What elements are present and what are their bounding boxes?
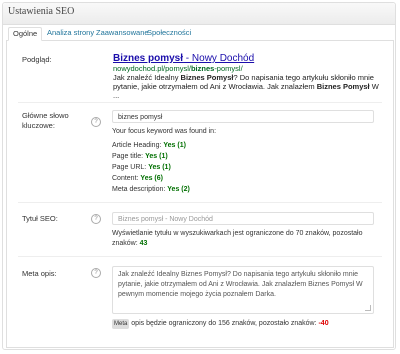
snippet-title-keyword: Biznes pomysł (113, 53, 184, 64)
focus-keyword-label-line1: Główne słowo (22, 111, 69, 120)
focus-keyword-input[interactable]: biznes pomysł (112, 110, 374, 123)
snippet-desc-keyword: Biznes Pomysł (180, 73, 234, 82)
snippet-title-link[interactable]: Biznes pomysł - Nowy Dochód (113, 53, 254, 64)
result-label: Page title: (112, 153, 144, 160)
tab-social[interactable]: Społeczności (143, 27, 195, 39)
seo-title-help-icon[interactable]: ? (91, 214, 101, 224)
meta-remaining-count: -40 (318, 320, 329, 327)
result-content: Content: Yes (6) (112, 174, 163, 184)
meta-description-note: Meta opis będzie ograniczony do 156 znak… (112, 319, 329, 329)
seo-title-note-text: znaków: (112, 240, 140, 247)
box-title: Ustawienia SEO (8, 6, 75, 17)
seo-title-remaining-count: 43 (139, 240, 148, 247)
row-divider (18, 102, 382, 103)
tab-general[interactable]: Ogólne (8, 27, 43, 41)
result-page-title: Page title: Yes (1) (112, 152, 168, 162)
result-value: Yes (2) (167, 186, 190, 193)
focus-keyword-help-icon[interactable]: ? (91, 117, 101, 127)
result-label: Meta description: (112, 186, 166, 193)
tab-bar: Ogólne Analiza strony Zaawansowane Społe… (6, 27, 394, 41)
focus-keyword-label: Główne słowo kluczowe: (22, 111, 69, 131)
keyword-found-text: Your focus keyword was found in: (112, 128, 217, 135)
snippet-url-start: nowydochod.pl/pomysl/ (113, 64, 191, 73)
result-value: Yes (6) (140, 175, 163, 182)
meta-note-text: opis będzie ograniczony do 156 znaków, p… (129, 320, 319, 327)
snippet-url-keyword: biznes (190, 64, 215, 73)
row-divider (18, 256, 382, 257)
snippet-url-end: -pomysl/ (214, 64, 243, 73)
snippet-desc-part: Jak znaleźć Idealny (113, 73, 181, 82)
seo-title-label: Tytuł SEO: (22, 214, 58, 223)
result-value: Yes (1) (163, 142, 186, 149)
snippet-url: nowydochod.pl/pomysl/biznes-pomysl/ (113, 64, 243, 73)
meta-description-help-icon[interactable]: ? (91, 268, 101, 278)
meta-description-textarea[interactable]: Jak znaleźć Idealny Biznes Pomysł? Do na… (112, 266, 374, 314)
result-label: Content: (112, 175, 139, 182)
meta-description-text: Jak znaleźć Idealny Biznes Pomysł? Do na… (118, 271, 363, 298)
result-meta-description: Meta description: Yes (2) (112, 185, 190, 195)
focus-keyword-label-line2: kluczowe: (22, 121, 55, 130)
preview-label: Podgląd: (22, 55, 52, 64)
snippet-desc-keyword: Biznes Pomysł (316, 82, 370, 91)
seo-title-note: Wyświetlanie tytułu w wyszukiwarkach jes… (112, 229, 363, 249)
result-value: Yes (1) (145, 153, 168, 160)
snippet-description: Jak znaleźć Idealny Biznes Pomysł? Do na… (113, 73, 381, 100)
snippet-title-rest: - Nowy Dochód (183, 53, 255, 64)
result-label: Page URL: (112, 164, 147, 171)
seo-title-note-text: Wyświetlanie tytułu w wyszukiwarkach jes… (112, 230, 363, 237)
seo-title-input[interactable]: Biznes pomysł - Nowy Dochód (112, 212, 374, 225)
meta-description-label: Meta opis: (22, 269, 57, 278)
result-label: Article Heading: (112, 142, 162, 149)
result-article-heading: Article Heading: Yes (1) (112, 141, 186, 151)
resize-handle-icon[interactable] (365, 305, 371, 311)
result-value: Yes (1) (148, 164, 171, 171)
row-divider (18, 202, 382, 203)
meta-tag: Meta (112, 319, 130, 329)
tab-page-analysis[interactable]: Analiza strony (43, 27, 98, 39)
result-page-url: Page URL: Yes (1) (112, 163, 171, 173)
